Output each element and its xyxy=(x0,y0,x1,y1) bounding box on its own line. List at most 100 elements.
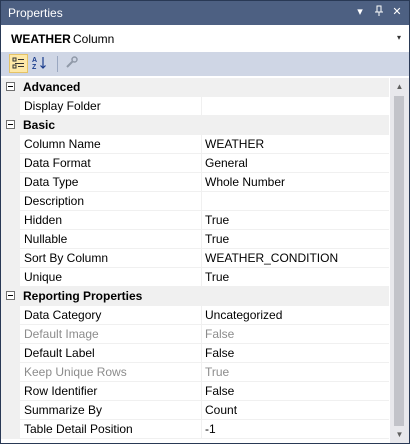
row-gutter xyxy=(1,306,20,325)
property-row-sort-by-column[interactable]: Sort By Column WEATHER_CONDITION xyxy=(1,249,389,268)
property-row-summarize-by[interactable]: Summarize By Count xyxy=(1,401,389,420)
property-value[interactable]: False xyxy=(205,384,234,398)
scroll-down-icon[interactable]: ▼ xyxy=(390,426,409,443)
column-divider[interactable] xyxy=(201,420,202,439)
property-name: Description xyxy=(24,194,85,208)
column-divider xyxy=(201,363,202,382)
column-divider xyxy=(201,325,202,344)
property-row-hidden[interactable]: Hidden True xyxy=(1,211,389,230)
object-type: Column xyxy=(73,32,115,46)
column-divider[interactable] xyxy=(201,211,202,230)
vertical-scrollbar[interactable]: ▲ ▼ xyxy=(390,78,409,443)
property-value[interactable]: False xyxy=(205,346,234,360)
row-gutter xyxy=(1,192,20,211)
column-divider[interactable] xyxy=(201,401,202,420)
property-row-data-type[interactable]: Data Type Whole Number xyxy=(1,173,389,192)
property-row-default-label[interactable]: Default Label False xyxy=(1,344,389,363)
property-value[interactable]: Whole Number xyxy=(205,175,285,189)
scrollbar-thumb[interactable] xyxy=(394,96,404,426)
property-pages-button[interactable] xyxy=(63,54,82,73)
property-name: Summarize By xyxy=(24,403,103,417)
property-row-table-detail-position[interactable]: Table Detail Position -1 xyxy=(1,420,389,439)
property-row-keep-unique-rows: Keep Unique Rows True xyxy=(1,363,389,382)
property-value[interactable]: WEATHER_CONDITION xyxy=(205,251,338,265)
property-row-description[interactable]: Description xyxy=(1,192,389,211)
property-row-data-category[interactable]: Data Category Uncategorized xyxy=(1,306,389,325)
collapse-icon[interactable] xyxy=(6,291,15,300)
row-gutter xyxy=(1,401,20,420)
property-row-data-format[interactable]: Data Format General xyxy=(1,154,389,173)
property-value: False xyxy=(205,327,235,341)
window-position-dropdown-icon[interactable]: ▾ xyxy=(353,5,367,19)
column-divider[interactable] xyxy=(201,173,202,192)
property-name: Sort By Column xyxy=(24,251,109,265)
property-row-nullable[interactable]: Nullable True xyxy=(1,230,389,249)
property-name: Data Format xyxy=(24,156,91,170)
column-divider[interactable] xyxy=(201,382,202,401)
row-gutter xyxy=(1,135,20,154)
property-row-default-image: Default Image False xyxy=(1,325,389,344)
property-row-display-folder[interactable]: Display Folder xyxy=(1,97,389,116)
column-divider[interactable] xyxy=(201,97,202,116)
property-name: Hidden xyxy=(24,213,63,227)
property-value[interactable]: Count xyxy=(205,403,237,417)
property-name: Column Name xyxy=(24,137,101,151)
property-value[interactable]: General xyxy=(205,156,248,170)
property-name: Data Category xyxy=(24,308,102,322)
object-selector[interactable]: WEATHER Column ▾ xyxy=(1,25,409,53)
categorized-button[interactable] xyxy=(9,54,28,73)
property-name: Display Folder xyxy=(24,99,101,113)
category-title: Basic xyxy=(23,118,56,132)
column-divider[interactable] xyxy=(201,135,202,154)
wrench-icon xyxy=(66,56,78,68)
property-value[interactable]: Uncategorized xyxy=(205,308,282,322)
close-icon[interactable]: ✕ xyxy=(390,5,404,19)
column-divider[interactable] xyxy=(201,192,202,211)
row-gutter xyxy=(1,173,20,192)
row-gutter xyxy=(1,363,20,382)
property-name: Keep Unique Rows xyxy=(24,365,127,379)
row-gutter xyxy=(1,211,20,230)
row-gutter xyxy=(1,230,20,249)
title-bar[interactable]: Properties ▾ ✕ xyxy=(1,1,409,25)
row-gutter xyxy=(1,249,20,268)
category-basic[interactable]: Basic xyxy=(1,116,389,135)
row-gutter xyxy=(1,420,20,439)
row-gutter xyxy=(1,325,20,344)
property-name: Table Detail Position xyxy=(24,422,133,436)
category-reporting-properties[interactable]: Reporting Properties xyxy=(1,287,389,306)
properties-toolbar: A Z xyxy=(1,52,409,76)
property-row-unique[interactable]: Unique True xyxy=(1,268,389,287)
svg-text:A: A xyxy=(32,57,37,64)
column-divider[interactable] xyxy=(201,344,202,363)
property-name: Default Label xyxy=(24,346,95,360)
alphabetical-button[interactable]: A Z xyxy=(31,54,50,73)
property-value[interactable]: -1 xyxy=(205,422,216,436)
property-value[interactable]: True xyxy=(205,270,229,284)
row-separator xyxy=(20,438,389,439)
column-divider[interactable] xyxy=(201,154,202,173)
property-value[interactable]: True xyxy=(205,232,229,246)
property-name: Nullable xyxy=(24,232,68,246)
category-advanced[interactable]: Advanced xyxy=(1,78,389,97)
property-row-row-identifier[interactable]: Row Identifier False xyxy=(1,382,389,401)
pin-icon-glyph xyxy=(375,5,383,16)
column-divider[interactable] xyxy=(201,230,202,249)
property-name: Data Type xyxy=(24,175,79,189)
panel-title: Properties xyxy=(8,6,63,20)
property-row-column-name[interactable]: Column Name WEATHER xyxy=(1,135,389,154)
alphabetical-sort-icon: A Z xyxy=(32,57,46,71)
row-gutter xyxy=(1,382,20,401)
scroll-up-icon[interactable]: ▲ xyxy=(390,78,409,95)
column-divider[interactable] xyxy=(201,306,202,325)
chevron-down-icon[interactable]: ▾ xyxy=(397,33,401,42)
collapse-icon[interactable] xyxy=(6,120,15,129)
pin-icon[interactable] xyxy=(372,5,386,21)
property-value[interactable]: WEATHER xyxy=(205,137,264,151)
property-value[interactable]: True xyxy=(205,213,229,227)
column-divider[interactable] xyxy=(201,249,202,268)
collapse-icon[interactable] xyxy=(6,82,15,91)
toolbar-separator xyxy=(57,56,58,72)
category-title: Reporting Properties xyxy=(23,289,143,303)
column-divider[interactable] xyxy=(201,268,202,287)
